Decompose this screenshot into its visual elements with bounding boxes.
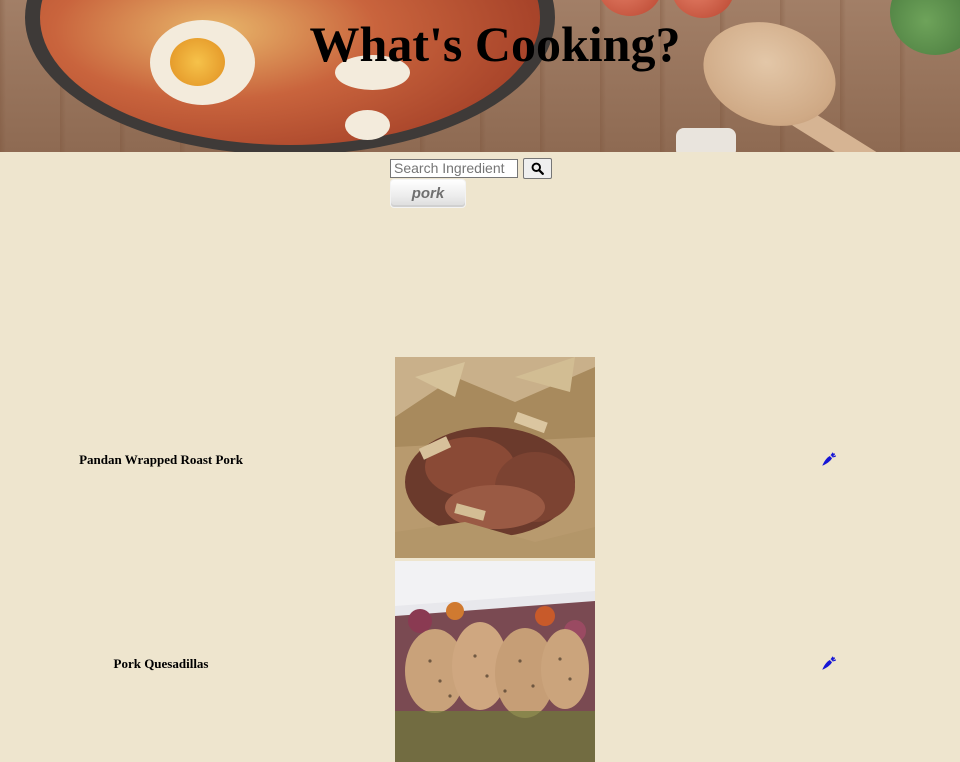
filter-chip-label: pork: [411, 185, 445, 202]
roast-pork-photo: [395, 357, 595, 558]
filter-chip-pork[interactable]: pork: [390, 179, 466, 208]
page-title: What's Cooking?: [309, 16, 681, 72]
recipe-row[interactable]: Pandan Wrapped Roast Pork: [0, 357, 960, 558]
egg-image: [345, 110, 390, 140]
search-icon: [531, 162, 544, 175]
recipe-name[interactable]: Pork Quesadillas: [0, 656, 322, 672]
search-button[interactable]: [523, 157, 552, 179]
pork-chops-photo: [395, 561, 595, 762]
header-banner: What's Cooking?: [0, 0, 960, 152]
carrot-icon[interactable]: [820, 450, 838, 468]
recipe-image[interactable]: [395, 357, 595, 558]
search-input[interactable]: [390, 158, 518, 178]
carrot-icon[interactable]: [820, 654, 838, 672]
recipe-name[interactable]: Pandan Wrapped Roast Pork: [0, 452, 322, 468]
search-bar: [390, 157, 552, 179]
recipe-row[interactable]: Pork Quesadillas: [0, 561, 960, 762]
cloth-image: [676, 128, 736, 152]
recipe-image[interactable]: [395, 561, 595, 762]
